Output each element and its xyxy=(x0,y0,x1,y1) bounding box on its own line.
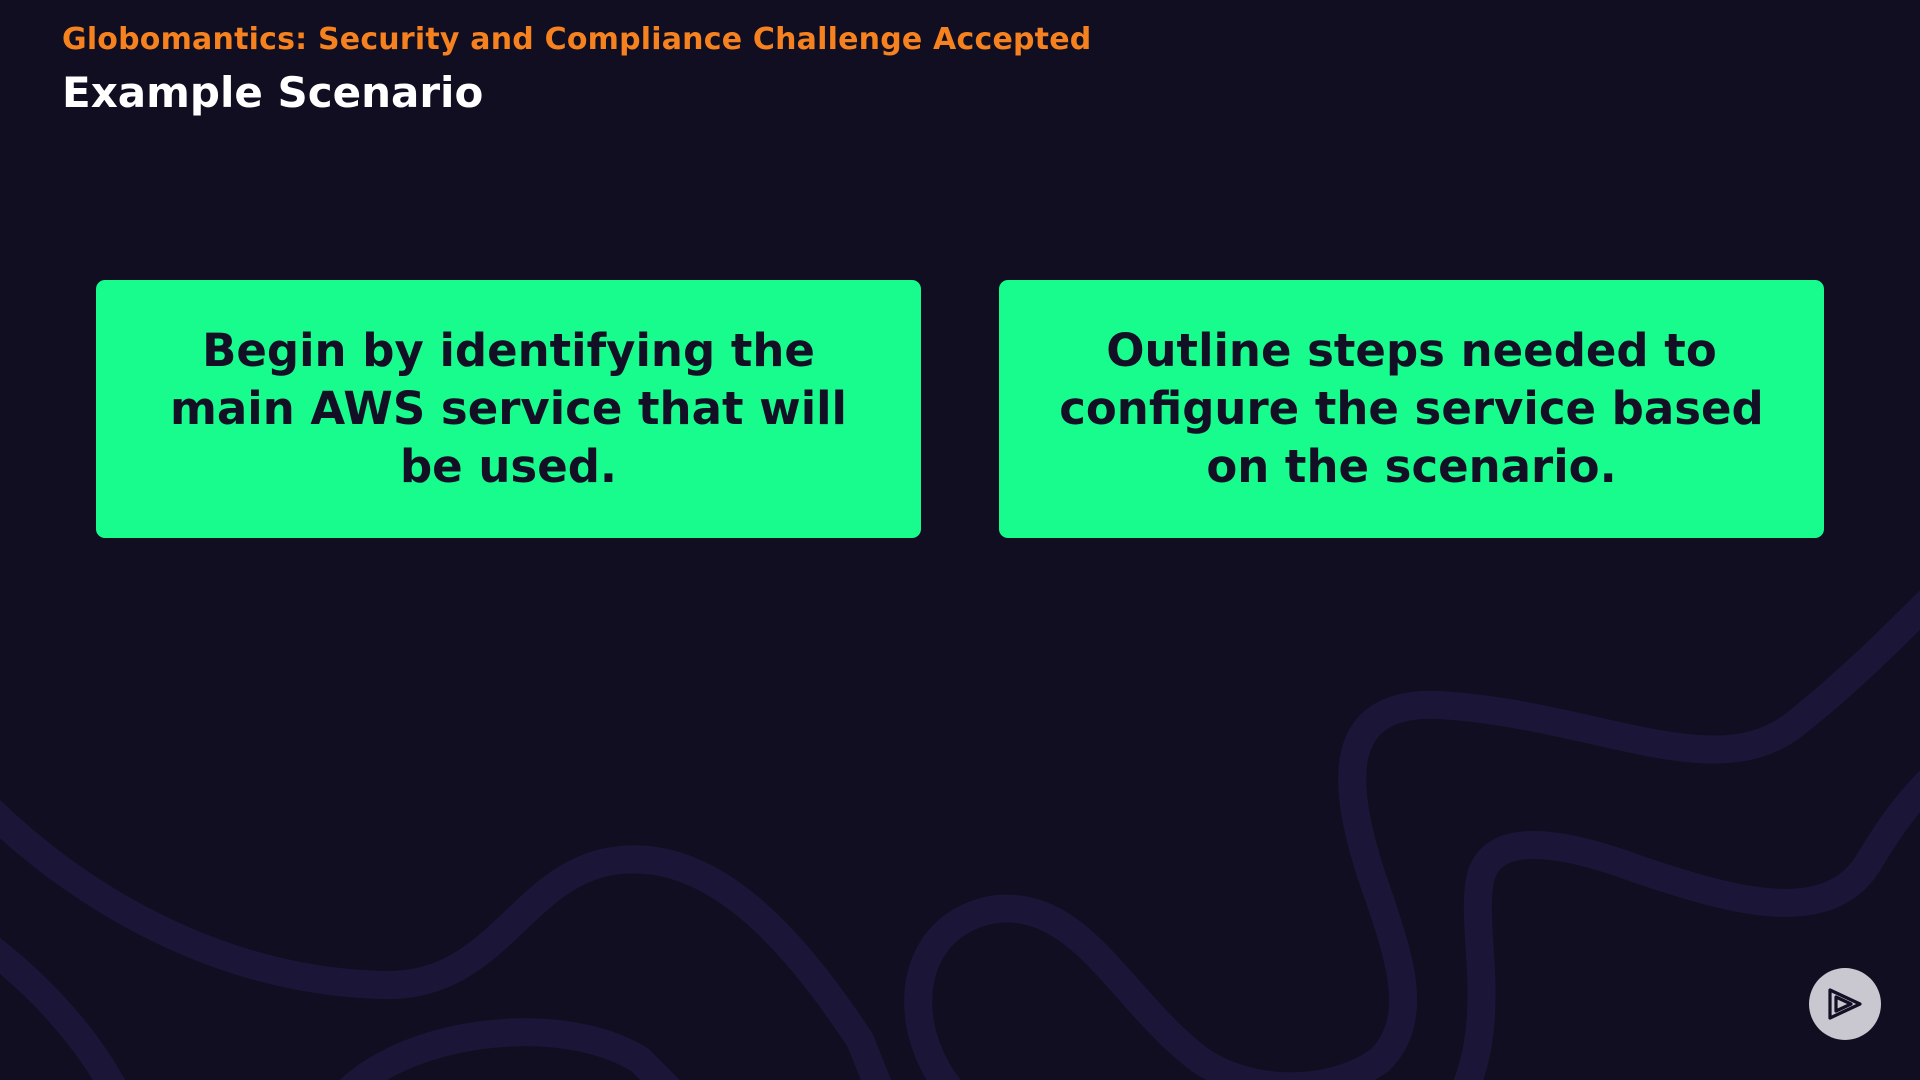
play-logo-icon xyxy=(1809,968,1881,1040)
card-text: Begin by identifying the main AWS servic… xyxy=(170,324,847,493)
card-text: Outline steps needed to configure the se… xyxy=(1059,324,1764,493)
slide-title: Example Scenario xyxy=(62,68,484,117)
scenario-step-card-outline-steps: Outline steps needed to configure the se… xyxy=(999,280,1824,538)
course-title: Globomantics: Security and Compliance Ch… xyxy=(62,22,1092,57)
presentation-slide: Globomantics: Security and Compliance Ch… xyxy=(0,0,1920,1080)
scenario-step-card-identify-service: Begin by identifying the main AWS servic… xyxy=(96,280,921,538)
decorative-background-lines xyxy=(0,590,1920,1080)
